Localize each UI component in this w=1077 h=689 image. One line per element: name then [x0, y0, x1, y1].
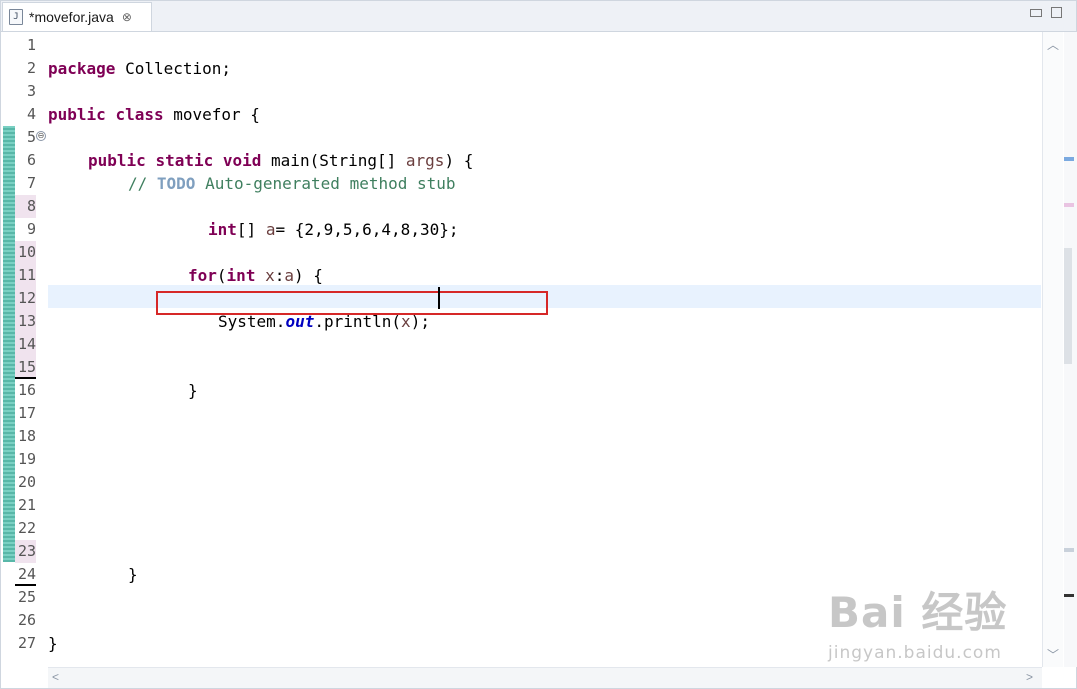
watermark-logo: Bai 经验: [828, 588, 1008, 637]
line-number: 22: [17, 519, 36, 537]
code-line: package Collection;: [48, 59, 232, 78]
scroll-thumb[interactable]: [1064, 248, 1072, 364]
overview-marker[interactable]: [1064, 548, 1074, 552]
scroll-down-icon[interactable]: ﹀: [1047, 646, 1059, 663]
vertical-scrollbar[interactable]: ︿ ﹀: [1042, 32, 1063, 667]
code-line: public class movefor {: [48, 105, 260, 124]
horizontal-scrollbar[interactable]: < >: [48, 667, 1042, 688]
java-file-icon: J: [9, 9, 23, 25]
line-number: 21: [17, 496, 36, 514]
scroll-up-icon[interactable]: ︿: [1047, 36, 1059, 53]
tab-movefor-java[interactable]: J *movefor.java ⊗: [2, 2, 152, 31]
code-line: }: [188, 381, 198, 400]
minimize-icon[interactable]: [1030, 9, 1042, 17]
scroll-right-icon[interactable]: >: [1026, 670, 1033, 684]
line-number: 20: [17, 473, 36, 491]
editor-window: J *movefor.java ⊗ 1 2 3 4 5 6 7 8 9 10 11 12 13 14 15 1…: [0, 0, 1077, 689]
close-icon[interactable]: ⊗: [122, 10, 132, 24]
overview-marker[interactable]: [1064, 157, 1074, 161]
line-number: 18: [17, 427, 36, 445]
maximize-icon[interactable]: [1051, 7, 1062, 18]
code-line: // TODO Auto-generated method stub: [128, 174, 456, 193]
watermark: Bai 经验 jingyan.baidu.com: [828, 579, 1008, 663]
code-line: public static void main(String[] args) {: [88, 151, 474, 170]
code-line: int[] a= {2,9,5,6,4,8,30};: [208, 220, 459, 239]
overview-marker[interactable]: [1064, 203, 1074, 207]
line-marker: [15, 584, 36, 586]
line-number: 19: [17, 450, 36, 468]
code-line: for(int x:a) {: [188, 266, 323, 285]
watermark-site: jingyan.baidu.com: [828, 643, 1002, 663]
tab-title: *movefor.java: [29, 9, 114, 25]
line-marker: [15, 377, 36, 379]
text-caret: [438, 287, 440, 309]
scroll-left-icon[interactable]: <: [52, 670, 59, 684]
code-line: System.out.println(x);: [218, 312, 430, 331]
code-editor[interactable]: 1 2 3 4 5 6 7 8 9 10 11 12 13 14 15 16 17 18 19 20 21 22 23 24 2…: [1, 32, 1041, 667]
overview-marker[interactable]: [1064, 594, 1074, 597]
code-line: }: [128, 565, 138, 584]
tab-bar: J *movefor.java ⊗: [1, 1, 1076, 32]
